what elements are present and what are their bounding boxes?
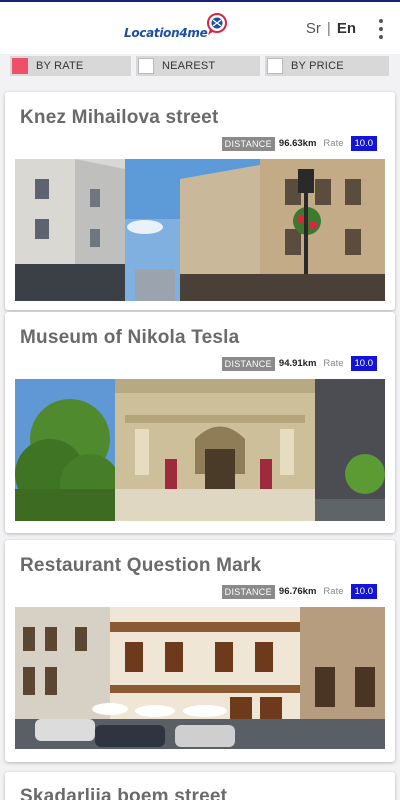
rate-label: Rate xyxy=(323,138,344,149)
language-separator: | xyxy=(326,20,331,37)
distance-label: DISTANCE xyxy=(221,356,275,371)
place-title: Knez Mihailova street xyxy=(20,107,219,128)
place-photo[interactable] xyxy=(15,159,385,301)
place-card[interactable]: Skadarlija boem street xyxy=(5,772,395,800)
checkbox-by-price[interactable] xyxy=(267,58,283,74)
rate-badge: 10.0 xyxy=(350,136,377,151)
place-meta: DISTANCE 96.63km Rate 10.0 xyxy=(221,136,377,151)
distance-value: 96.76km xyxy=(278,586,317,597)
filter-label: NEAREST xyxy=(162,60,216,72)
place-title: Skadarlija boem street xyxy=(20,786,228,800)
language-en[interactable]: En xyxy=(337,20,356,37)
place-photo[interactable] xyxy=(15,607,385,749)
language-sr[interactable]: Sr xyxy=(306,20,321,37)
filter-label: BY RATE xyxy=(36,60,84,72)
filter-label: BY PRICE xyxy=(291,60,344,72)
more-options-icon[interactable] xyxy=(376,19,386,39)
place-meta: DISTANCE 96.76km Rate 10.0 xyxy=(221,584,377,599)
place-meta: DISTANCE 94.91km Rate 10.0 xyxy=(221,356,377,371)
filter-by-rate[interactable]: BY RATE xyxy=(10,56,131,76)
place-card[interactable]: Knez Mihailova street DISTANCE 96.63km R… xyxy=(5,92,395,310)
rate-label: Rate xyxy=(323,358,344,369)
distance-value: 94.91km xyxy=(278,358,317,369)
rate-badge: 10.0 xyxy=(350,584,377,599)
rate-badge: 10.0 xyxy=(350,356,377,371)
checkbox-by-rate[interactable] xyxy=(12,58,28,74)
location-pin-icon xyxy=(207,13,228,35)
place-photo[interactable] xyxy=(15,379,385,521)
distance-value: 96.63km xyxy=(278,138,317,149)
app-header: Location4me Sr | En xyxy=(0,2,400,54)
place-title: Museum of Nikola Tesla xyxy=(20,327,240,348)
place-card[interactable]: Restaurant Question Mark DISTANCE 96.76k… xyxy=(5,540,395,762)
app-logo: Location4me xyxy=(124,12,229,40)
rate-label: Rate xyxy=(323,586,344,597)
filter-nearest[interactable]: NEAREST xyxy=(136,56,260,76)
sort-filter-bar: BY RATE NEAREST BY PRICE xyxy=(0,56,400,78)
filter-by-price[interactable]: BY PRICE xyxy=(265,56,389,76)
language-switcher: Sr | En xyxy=(306,20,356,37)
place-title: Restaurant Question Mark xyxy=(20,555,262,576)
checkbox-nearest[interactable] xyxy=(138,58,154,74)
place-card[interactable]: Museum of Nikola Tesla DISTANCE 94.91km … xyxy=(5,312,395,533)
distance-label: DISTANCE xyxy=(221,136,275,151)
distance-label: DISTANCE xyxy=(221,584,275,599)
logo-text: Location4me xyxy=(124,26,208,40)
